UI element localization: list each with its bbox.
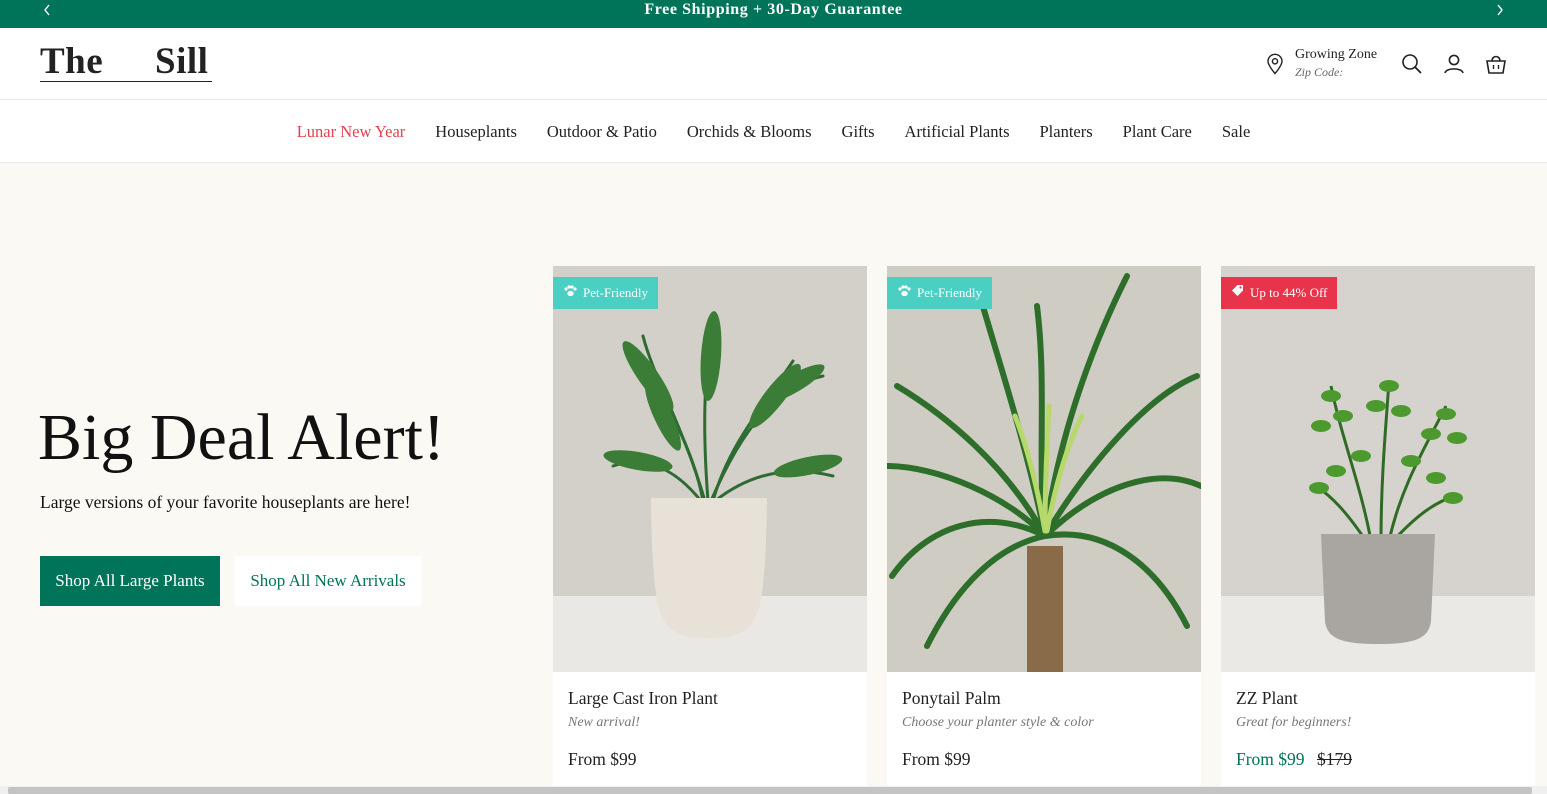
site-header: The Sill Growing Zone Zip Code: — [0, 28, 1547, 100]
logo-word-the: The — [40, 41, 104, 82]
scrollbar-thumb[interactable] — [8, 787, 1532, 794]
shop-large-plants-button[interactable]: Shop All Large Plants — [40, 556, 220, 606]
nav-item-planters[interactable]: Planters — [1025, 122, 1108, 142]
nav-item-sale[interactable]: Sale — [1207, 122, 1265, 142]
product-image-cast-iron[interactable] — [553, 266, 867, 672]
product-name[interactable]: Ponytail Palm — [902, 687, 1001, 709]
shop-new-arrivals-button[interactable]: Shop All New Arrivals — [235, 556, 421, 606]
hero-title: Big Deal Alert! — [38, 401, 445, 474]
paw-icon — [897, 277, 911, 309]
nav-item-outdoor-patio[interactable]: Outdoor & Patio — [532, 122, 672, 142]
product-tagline: Great for beginners! — [1236, 715, 1352, 730]
badge-label: Pet-Friendly — [583, 285, 648, 300]
product-card[interactable]: Pet-Friendly Large Cast Iron Plant New a… — [553, 266, 867, 786]
product-price: From $99 — [902, 749, 971, 769]
growing-zone-label: Growing Zone — [1295, 47, 1378, 62]
badge-sale: Up to 44% Off — [1221, 277, 1338, 309]
nav-item-orchids-blooms[interactable]: Orchids & Blooms — [672, 122, 827, 142]
cart-icon[interactable] — [1484, 52, 1508, 76]
logo[interactable]: The Sill — [40, 42, 212, 82]
tag-icon — [1231, 277, 1244, 309]
horizontal-scrollbar[interactable] — [0, 786, 1547, 794]
nav-item-artificial-plants[interactable]: Artificial Plants — [890, 122, 1025, 142]
main-nav: Lunar New Year Houseplants Outdoor & Pat… — [0, 100, 1547, 163]
product-image-zz-plant[interactable] — [1221, 266, 1535, 672]
badge-label: Up to 44% Off — [1250, 285, 1328, 300]
hero-subtitle: Large versions of your favorite housepla… — [40, 492, 411, 512]
nav-item-houseplants[interactable]: Houseplants — [420, 122, 532, 142]
badge-label: Pet-Friendly — [917, 285, 982, 300]
product-tagline: Choose your planter style & color — [902, 715, 1094, 730]
paw-icon — [563, 277, 577, 309]
nav-item-lunar-new-year[interactable]: Lunar New Year — [282, 122, 421, 142]
growing-zone-selector[interactable]: Growing Zone Zip Code: — [1266, 47, 1386, 83]
product-price: From $99 — [1236, 749, 1305, 769]
zip-code-label: Zip Code: — [1295, 65, 1344, 79]
search-icon[interactable] — [1400, 52, 1424, 76]
product-name[interactable]: Large Cast Iron Plant — [568, 687, 718, 709]
location-pin-icon — [1266, 53, 1284, 80]
product-price: From $99 — [568, 749, 637, 769]
nav-item-plant-care[interactable]: Plant Care — [1108, 122, 1207, 142]
announcement-message: Free Shipping + 30-Day Guarantee — [644, 1, 903, 18]
badge-pet-friendly: Pet-Friendly — [887, 277, 992, 309]
product-name[interactable]: ZZ Plant — [1236, 687, 1298, 709]
announcement-bar: Free Shipping + 30-Day Guarantee — [0, 0, 1547, 28]
product-image-ponytail-palm[interactable] — [887, 266, 1201, 672]
product-tagline: New arrival! — [568, 715, 640, 730]
logo-word-sill: Sill — [155, 41, 209, 82]
badge-pet-friendly: Pet-Friendly — [553, 277, 658, 309]
nav-item-gifts[interactable]: Gifts — [827, 122, 890, 142]
product-card[interactable]: Pet-Friendly Ponytail Palm Choose your p… — [887, 266, 1201, 786]
product-original-price: $179 — [1317, 749, 1352, 769]
account-icon[interactable] — [1442, 52, 1466, 76]
chevron-right-icon[interactable] — [1492, 2, 1508, 18]
product-card[interactable]: Up to 44% Off ZZ Plant Great for beginne… — [1221, 266, 1535, 786]
